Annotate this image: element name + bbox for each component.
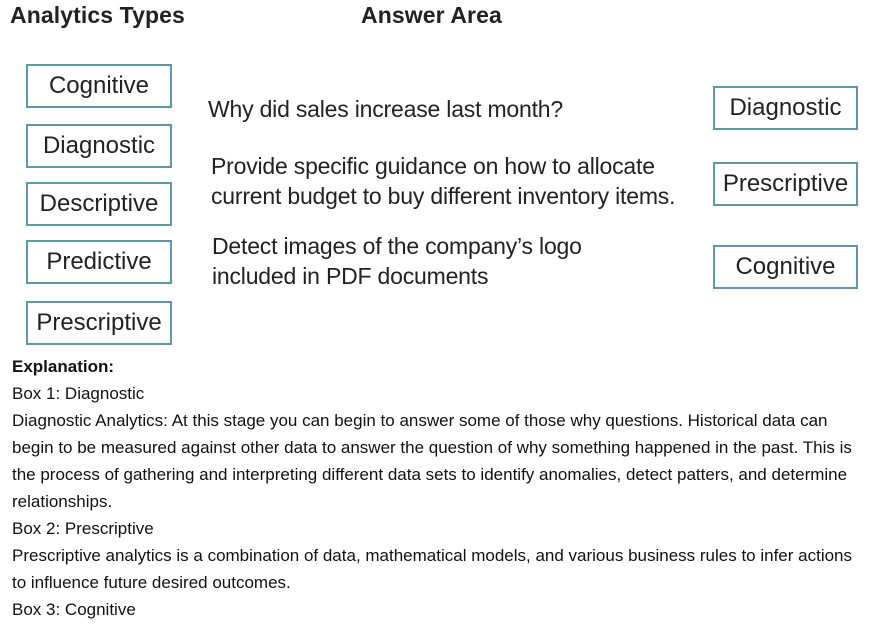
answer-area-heading: Answer Area <box>361 2 502 28</box>
question-2: Provide specific guidance on how to allo… <box>211 151 675 211</box>
explanation-box-2-label: Box 2: Prescriptive <box>12 519 154 538</box>
explanation-box-1-text: Diagnostic Analytics: At this stage you … <box>12 411 852 511</box>
explanation-title: Explanation: <box>12 357 115 376</box>
explanation-box-2-text: Prescriptive analytics is a combination … <box>12 546 853 592</box>
question-3: Detect images of the company’s logo incl… <box>212 231 582 291</box>
question-3-line-2: included in PDF documents <box>212 263 489 289</box>
question-2-line-2: current budget to buy different inventor… <box>211 183 676 209</box>
question-3-line-1: Detect images of the company’s logo <box>212 233 582 259</box>
explanation-box-1-label: Box 1: Diagnostic <box>12 384 145 403</box>
answer-box-2[interactable]: Prescriptive <box>713 162 858 206</box>
option-cognitive[interactable]: Cognitive <box>26 64 172 108</box>
question-1: Why did sales increase last month? <box>208 94 563 124</box>
option-diagnostic[interactable]: Diagnostic <box>26 124 172 168</box>
question-1-line-1: Why did sales increase last month? <box>208 96 563 122</box>
explanation-section: Explanation: Box 1: Diagnostic Diagnosti… <box>12 353 868 623</box>
option-descriptive[interactable]: Descriptive <box>26 182 172 226</box>
answer-box-1[interactable]: Diagnostic <box>713 86 858 130</box>
option-prescriptive[interactable]: Prescriptive <box>26 301 172 345</box>
answer-box-3[interactable]: Cognitive <box>713 245 858 289</box>
explanation-box-3-label: Box 3: Cognitive <box>12 600 136 619</box>
option-predictive[interactable]: Predictive <box>26 240 172 284</box>
analytics-types-heading: Analytics Types <box>10 2 185 28</box>
question-2-line-1: Provide specific guidance on how to allo… <box>211 153 655 179</box>
